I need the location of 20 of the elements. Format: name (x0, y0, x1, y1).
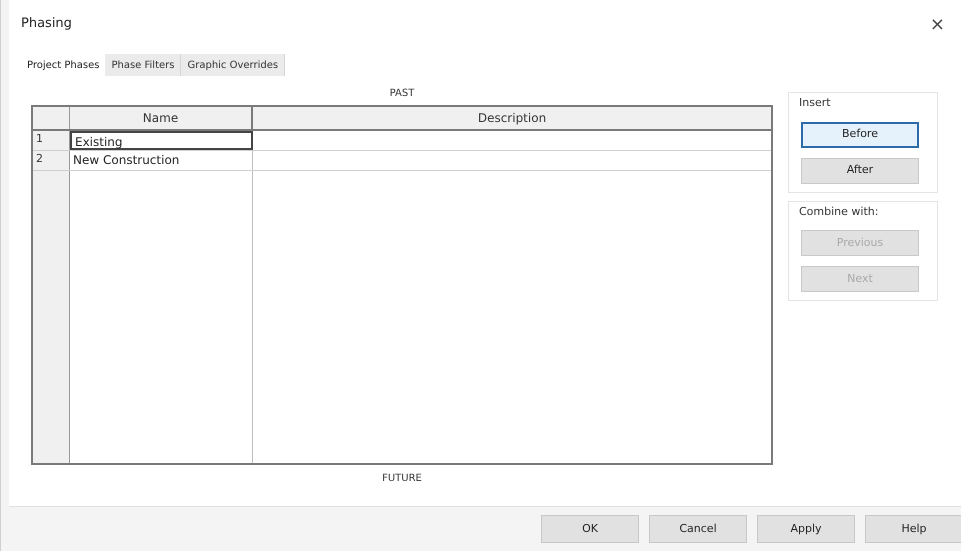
dialog-button[interactable]: Help (865, 515, 961, 543)
column-header: Name (70, 107, 253, 129)
close-button[interactable]: × (926, 10, 949, 38)
dialog-button[interactable]: OK (541, 515, 639, 543)
row-number: 2 (33, 151, 70, 170)
dialog-button[interactable]: Cancel (649, 515, 747, 543)
row-number: 1 (33, 131, 70, 150)
tab[interactable]: Graphic Overrides (181, 54, 286, 76)
window-title: Phasing (21, 15, 72, 34)
name-cell[interactable]: Existing (70, 131, 253, 150)
past-label: PAST (390, 87, 414, 101)
column-header: Description (476, 110, 548, 127)
group-label: Combine with: (799, 204, 880, 220)
name-cell[interactable]: New Construction (70, 151, 253, 170)
tab[interactable]: Phase Filters (105, 54, 182, 76)
future-label: FUTURE (382, 472, 422, 486)
side-button[interactable]: Before (801, 122, 919, 148)
side-button[interactable]: After (801, 158, 919, 184)
group-label: Insert (799, 95, 832, 111)
dialog-button[interactable]: Apply (757, 515, 855, 543)
